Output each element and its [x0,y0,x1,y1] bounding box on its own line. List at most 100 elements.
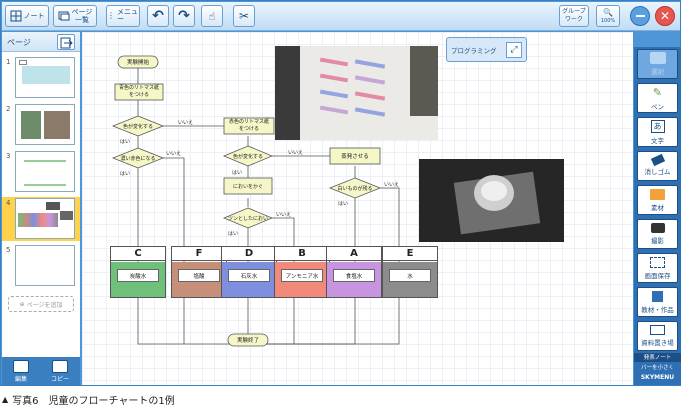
decision3-yes-text: はい [232,170,243,176]
tool-label: 消しゴム [644,168,671,176]
camera-icon [650,223,665,233]
materials-icon [652,290,663,302]
figure-caption: ▲ 写真6 児童のフローチャートの1例 [0,389,681,409]
copy-button[interactable]: コピー [50,359,69,383]
redo-icon: ↷ [178,8,190,24]
note-button[interactable]: ノート [5,5,49,27]
scissors-icon: ✂ [238,9,250,23]
result-card-b[interactable]: B アンモニア水 [274,246,330,298]
page-thumbnail-2[interactable]: 2 [2,103,80,147]
page-thumbnail-4[interactable]: 4 [2,197,80,241]
thumbnail-preview [15,151,75,192]
page-thumbnail-5[interactable]: 5 [2,244,80,288]
whiteboard-canvas[interactable]: 実験開始 青色のリトマス紙 をつける 赤色のリトマス紙 をつける 色が変化する … [82,32,633,385]
group-work-button[interactable]: グループ ワーク [559,5,589,27]
result-card-a[interactable]: A 食塩水 [326,246,382,298]
result-card-f[interactable]: F 塩酸 [171,246,227,298]
text-tool-button[interactable]: あ文字 [637,117,678,147]
collapse-icon [60,37,73,49]
minimize-button[interactable] [630,6,650,26]
eraser-tool-button[interactable]: 消しゴム [637,151,678,181]
toolbar: ノート ページ 一覧 ⋮ メニュー ↶ ↷ ☝ ✂ グループ ワーク 🔍 100… [2,2,680,31]
flow-line [264,294,295,345]
decision1-text: 色が変化する [122,124,153,130]
minimize-icon [635,15,645,17]
page-list-button[interactable]: ページ 一覧 [53,5,97,27]
add-page-button[interactable]: ⊕ ページを追加 [8,296,74,312]
edit-button[interactable]: 編集 [12,359,29,383]
card-label: 塩酸 [178,269,220,282]
close-button[interactable]: ✕ [655,6,675,26]
page-number: 1 [6,58,11,66]
result-card-c[interactable]: C 炭酸水 [110,246,166,298]
sidebar-toggle-button[interactable] [57,34,75,50]
page-thumbnail-1[interactable]: 1 [2,56,80,100]
add-page-label: ページを追加 [26,301,63,309]
copy-label: コピー [50,375,69,383]
zoom-button[interactable]: 🔍 100% [596,5,620,27]
card-letter: F [172,247,226,261]
page-number: 5 [6,246,11,254]
select-tool-button[interactable]: 選択 [637,49,678,79]
pen-icon: ✎ [652,85,663,99]
programming-button[interactable]: プログラミング ⤢ [446,37,527,62]
storage-button[interactable]: 資料置き場 [637,321,678,351]
card-letter: D [222,247,276,261]
result-card-d[interactable]: D 石灰水 [221,246,277,298]
sidebar-header: ページ [2,32,80,52]
page-sidebar: ページ 1 2 3 4 5 ⊕ ページを追加 [2,32,80,357]
caption-text: 写真6 児童のフローチャートの1例 [12,395,175,407]
evaporation-photo[interactable] [419,159,564,242]
touch-button[interactable]: ☝ [201,5,223,27]
step1-text: 青色のリトマス紙 をつける [118,85,159,98]
card-letter: A [327,247,381,261]
card-letter: B [275,247,329,261]
decision5-yes-text: はい [228,231,239,237]
pen-tool-button[interactable]: ✎ ペン [637,83,678,113]
tool-label: 画面保存 [644,271,671,280]
card-label: 炭酸水 [117,269,159,282]
select-icon [649,52,666,64]
material-tool-button[interactable]: 素材 [637,185,678,215]
pages-icon [58,11,70,21]
decision5-text: ツンとしたにおい [227,216,268,222]
tool-label: 素材 [651,203,664,212]
decision1-no-text: いいえ [178,120,194,126]
page-list-label: ページ 一覧 [71,8,93,24]
litmus-photo[interactable] [275,46,438,140]
card-label: 食塩水 [333,269,375,282]
undo-button[interactable]: ↶ [147,5,169,27]
tool-panel: 選択 ✎ ペン あ文字 消しゴム 素材 撮影 画面保存 教材・作品 資料置き場 発… [634,47,681,385]
decision2-text: 濃い赤色になる [120,156,156,162]
tool-label: 教材・作品 [641,305,674,314]
thumbnail-preview [15,198,75,239]
screen-save-button[interactable]: 画面保存 [637,253,678,283]
materials-works-button[interactable]: 教材・作品 [637,287,678,317]
folder-icon [650,188,665,200]
camera-tool-button[interactable]: 撮影 [637,219,678,249]
tool-label: 文字 [651,136,664,145]
note-label: ノート [23,11,45,20]
result-card-e[interactable]: E水 [382,246,438,298]
decision2-yes-text: はい [120,171,131,177]
cut-button[interactable]: ✂ [233,5,255,27]
decision4-yes-text: はい [338,201,349,207]
group-work-label: グループ ワーク [562,8,586,23]
menu-button[interactable]: ⋮ メニュー [106,5,140,27]
triangle-icon: ▲ [2,394,9,404]
page-thumbnail-3[interactable]: 3 [2,150,80,194]
brand-logo: SKYMENU [640,374,675,381]
evaporate-text: 蒸発させる [341,154,369,160]
edit-label: 編集 [14,375,27,383]
redo-button[interactable]: ↷ [173,5,195,27]
sidebar-title: ページ [7,38,31,47]
thumbnail-preview [15,104,75,145]
sidebar-footer: 編集 コピー [2,357,80,385]
shrink-bar-button[interactable]: バーを小さく [634,363,681,371]
smell-text: においをかぐ [232,184,263,190]
page-number: 3 [6,152,11,160]
menu-dots-icon: ⋮ [107,11,115,20]
programming-label: プログラミング [451,46,497,55]
end-text: 実験終了 [236,338,259,344]
zoom-level: 100% [600,17,616,24]
